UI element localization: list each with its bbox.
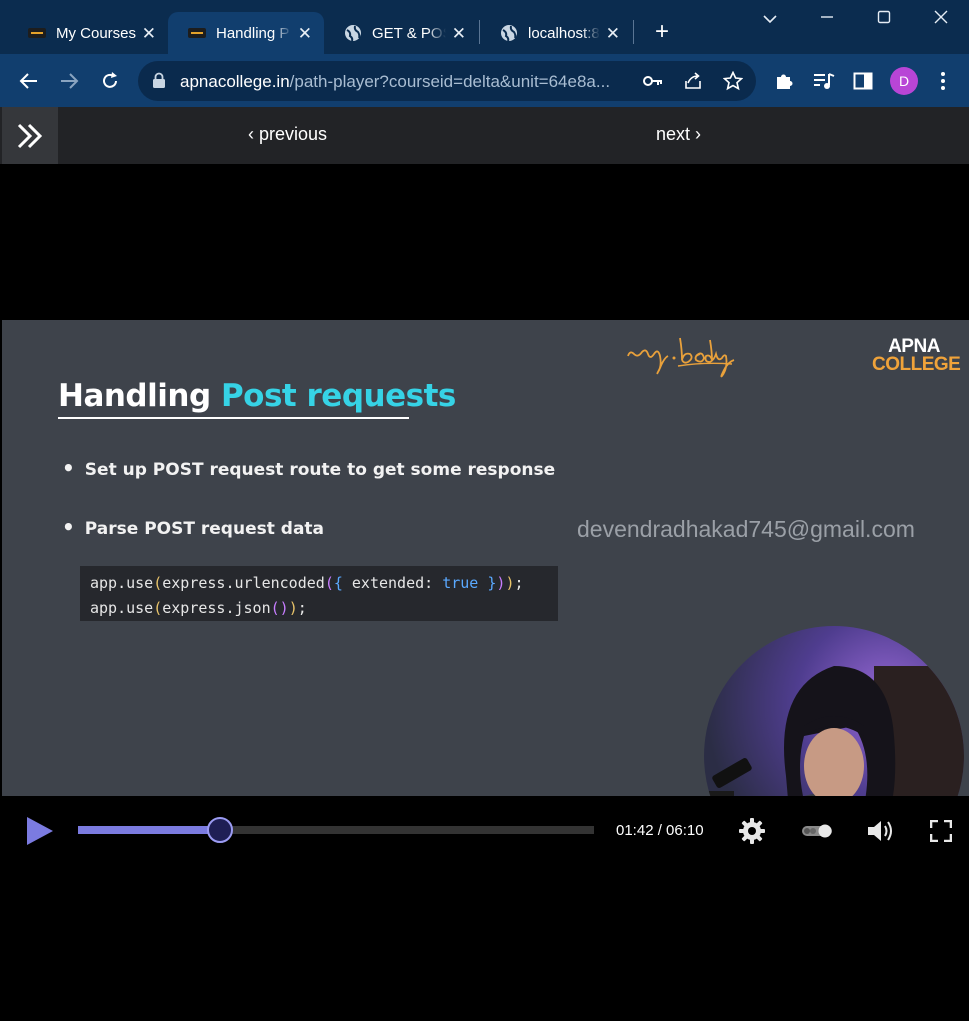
code-token: express.json: [162, 599, 271, 617]
chevron-left-icon: ‹: [248, 124, 254, 144]
progress-played: [78, 826, 221, 834]
new-tab-plus-icon[interactable]: +: [648, 18, 676, 46]
tab-handling-post[interactable]: Handling P ✕: [168, 12, 324, 54]
tab-get-post[interactable]: GET & POS ✕: [324, 12, 478, 54]
video-player[interactable]: APNA COLLEGE Handling Post requests Set …: [2, 164, 969, 1021]
reload-icon[interactable]: [95, 66, 125, 96]
player-controls: 01:42 / 06:10: [2, 796, 969, 864]
extensions-puzzle-icon[interactable]: [769, 66, 799, 96]
slide-title: Handling Post requests: [58, 378, 456, 414]
url-host: apnacollege.in: [180, 72, 290, 91]
code-token: extended:: [342, 574, 443, 592]
slide-title-accent: Post requests: [220, 378, 456, 414]
globe-icon: [345, 25, 361, 42]
code-token: app.use: [90, 574, 154, 592]
progress-scrubber-handle[interactable]: [207, 817, 234, 843]
side-panel-icon[interactable]: [848, 66, 878, 96]
instructor-webcam-overlay: [704, 626, 964, 796]
bookmark-star-icon[interactable]: [722, 70, 744, 92]
apna-college-logo: APNA COLLEGE: [872, 337, 961, 375]
code-token: (: [324, 574, 334, 592]
code-token: ;: [297, 599, 307, 617]
tab-search-chevron-icon[interactable]: [755, 8, 785, 32]
code-line: app.use(express.urlencoded({ extended: t…: [90, 571, 548, 596]
lesson-nav-bar: ‹ previous next ›: [0, 107, 969, 164]
previous-lesson-link[interactable]: ‹ previous: [248, 124, 327, 145]
minimize-icon[interactable]: [812, 8, 842, 32]
tab-close-icon[interactable]: ✕: [606, 25, 620, 42]
code-token: (: [153, 599, 163, 617]
tab-label: My Courses: [56, 24, 136, 42]
tab-my-courses[interactable]: My Courses ✕: [8, 12, 168, 54]
expand-sidebar-chevrons-icon[interactable]: [2, 107, 58, 164]
globe-icon: [501, 25, 517, 42]
settings-gear-icon[interactable]: [737, 816, 767, 846]
kebab-menu-icon[interactable]: [928, 66, 958, 96]
code-token: (): [270, 599, 289, 617]
video-frame-slide: APNA COLLEGE Handling Post requests Set …: [2, 320, 969, 796]
maximize-icon[interactable]: [869, 8, 899, 32]
code-token: true: [442, 574, 479, 592]
instructor-silhouette: [704, 666, 964, 796]
tab-close-icon[interactable]: ✕: [452, 25, 466, 42]
fullscreen-icon[interactable]: [926, 816, 956, 846]
next-lesson-link[interactable]: next ›: [656, 124, 701, 145]
tab-label: Handling P: [216, 24, 290, 42]
url-text: apnacollege.in/path-player?courseid=delt…: [180, 72, 610, 92]
window-close-icon[interactable]: [926, 8, 956, 32]
code-token: ): [288, 599, 298, 617]
code-token: (: [153, 574, 163, 592]
tab-close-icon[interactable]: ✕: [298, 25, 312, 42]
tab-localhost[interactable]: localhost:8 ✕: [480, 12, 632, 54]
slide-bullet: Set up POST request route to get some re…: [62, 456, 555, 480]
code-snippet: app.use(express.urlencoded({ extended: t…: [80, 566, 558, 621]
email-watermark: devendradhakad745@gmail.com: [577, 516, 915, 542]
address-bar[interactable]: apnacollege.in/path-player?courseid=delt…: [138, 61, 756, 101]
browser-toolbar: apnacollege.in/path-player?courseid=delt…: [0, 54, 969, 107]
code-token: ;: [514, 574, 524, 592]
chevron-right-icon: ›: [695, 124, 702, 144]
code-token: express.urlencoded: [162, 574, 325, 592]
tab-label: localhost:8: [528, 24, 600, 42]
previous-label: previous: [259, 124, 328, 144]
code-token: }: [478, 574, 497, 592]
code-token: {: [333, 574, 343, 592]
progress-bar[interactable]: [78, 817, 594, 843]
play-icon[interactable]: [24, 815, 56, 847]
code-line: app.use(express.json());: [90, 596, 548, 621]
apna-college-favicon: [28, 28, 46, 38]
code-token: app.use: [90, 599, 154, 617]
back-arrow-icon[interactable]: [14, 66, 44, 96]
next-label: next: [656, 124, 691, 144]
volume-icon[interactable]: [866, 816, 896, 846]
tab-label: GET & POS: [372, 24, 446, 42]
profile-avatar[interactable]: D: [890, 67, 918, 95]
tab-separator: [633, 20, 634, 44]
logo-line-2: COLLEGE: [872, 354, 961, 375]
slide-bullet: Parse POST request data: [62, 515, 324, 539]
share-icon[interactable]: [682, 70, 704, 92]
forward-arrow-icon[interactable]: [54, 66, 84, 96]
autoplay-toggle-icon[interactable]: [800, 816, 834, 846]
lock-icon[interactable]: [152, 72, 166, 89]
tab-close-icon[interactable]: ✕: [142, 25, 156, 42]
slide-title-underline: [58, 417, 409, 419]
media-control-icon[interactable]: [809, 66, 839, 96]
time-display: 01:42 / 06:10: [616, 822, 704, 839]
apna-college-favicon: [188, 28, 206, 38]
key-icon[interactable]: [642, 70, 664, 92]
tab-strip: My Courses ✕ Handling P ✕ GET & POS ✕ lo…: [0, 0, 969, 54]
slide-title-plain: Handling: [58, 378, 221, 414]
handwritten-req-body: [627, 337, 735, 378]
url-path: /path-player?courseid=delta&unit=64e8a..…: [289, 72, 611, 91]
